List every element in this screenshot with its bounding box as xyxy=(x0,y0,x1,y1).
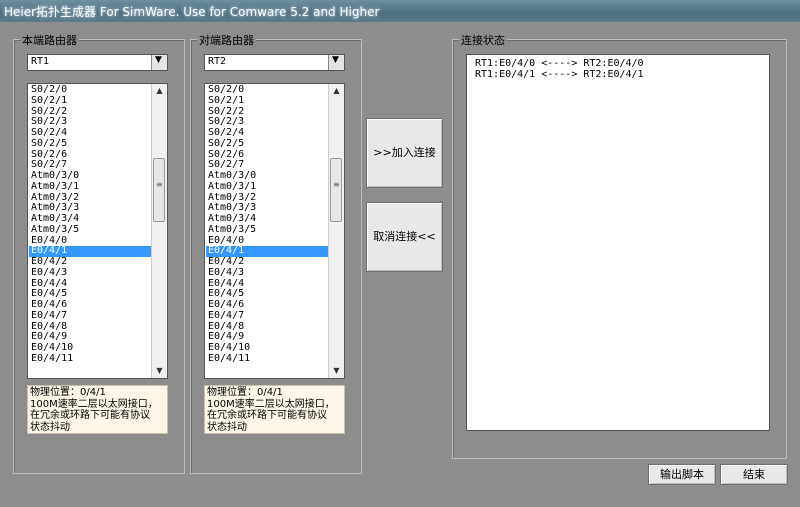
arrow-down-icon[interactable]: ▼ xyxy=(152,364,167,378)
peer-router-select-value: RT2 xyxy=(208,56,227,67)
add-connection-button[interactable]: >>加入连接 xyxy=(366,118,443,188)
interface-list-item[interactable]: E0/4/11 xyxy=(29,353,151,365)
info-line: 100M速率二层以太网接口， xyxy=(207,398,335,410)
local-router-select[interactable]: RT1 ▼ xyxy=(27,54,168,71)
info-line: 物理位置：0/4/1 xyxy=(30,387,106,398)
peer-router-select[interactable]: RT2 ▼ xyxy=(204,54,345,71)
export-script-button[interactable]: 输出脚本 xyxy=(648,464,716,485)
close-button[interactable]: 结束 xyxy=(720,464,788,485)
local-interface-scroll-thumb[interactable]: ≡ xyxy=(153,158,165,222)
connection-line: RT1:E0/4/1 <----> RT2:E0/4/1 xyxy=(475,69,644,80)
local-router-select-dropdown-button[interactable]: ▼ xyxy=(151,55,167,70)
close-label: 结束 xyxy=(743,468,765,481)
arrow-up-icon[interactable]: ▲ xyxy=(329,84,344,98)
interface-list-item[interactable]: S0/2/5 xyxy=(29,138,151,150)
peer-router-group: 对端路由器 RT2 ▼ S0/2/0 S0/2/1 S0/2/2 S0/2/3 S0/2… xyxy=(190,32,362,474)
remove-connection-label: 取消连接<< xyxy=(373,230,436,243)
connection-line: RT1:E0/4/0 <----> RT2:E0/4/0 xyxy=(475,58,644,69)
peer-interface-items: S0/2/0 S0/2/1 S0/2/2 S0/2/3 S0/2/4 S0/2/5 S0/2… xyxy=(206,85,328,378)
interface-list-item[interactable]: S0/2/1 xyxy=(29,95,151,107)
add-connection-label: >>加入连接 xyxy=(373,146,436,159)
interface-list-item[interactable]: E0/4/3 xyxy=(29,267,151,279)
connection-status-title: 连接状态 xyxy=(459,32,507,48)
local-interface-info: 物理位置：0/4/1 100M速率二层以太网接口， 在冗余或环路下可能有协议 状… xyxy=(27,385,168,434)
interface-list-item[interactable]: S0/2/1 xyxy=(206,95,328,107)
export-script-label: 输出脚本 xyxy=(660,468,704,481)
local-router-group: 本端路由器 RT1 ▼ S0/2/0 S0/2/1 S0/2/2 S0/2/3 S0/2… xyxy=(13,32,185,474)
info-line: 在冗余或环路下可能有协议 xyxy=(207,410,327,421)
local-interface-list[interactable]: S0/2/0 S0/2/1 S0/2/2 S0/2/3 S0/2/4 S0/2/5 S0/2… xyxy=(27,83,168,379)
interface-list-item[interactable]: E0/4/7 xyxy=(29,310,151,322)
client-area: 本端路由器 RT1 ▼ S0/2/0 S0/2/1 S0/2/2 S0/2/3 S0/2… xyxy=(0,22,800,507)
grip-icon: ≡ xyxy=(333,180,340,189)
info-line: 100M速率二层以太网接口， xyxy=(30,398,158,410)
interface-list-item[interactable]: Atm0/3/1 xyxy=(206,181,328,193)
arrow-down-icon[interactable]: ▼ xyxy=(329,364,344,378)
connection-status-group: 连接状态 RT1:E0/4/0 <----> RT2:E0/4/0 RT1:E0… xyxy=(452,32,787,459)
arrow-up-icon[interactable]: ▲ xyxy=(152,84,167,98)
interface-list-item[interactable]: S0/2/5 xyxy=(206,138,328,150)
peer-router-group-title: 对端路由器 xyxy=(197,32,256,48)
interface-list-item[interactable]: E0/4/11 xyxy=(206,353,328,365)
window-title: Heier拓扑生成器 For SimWare. Use for Comware … xyxy=(4,5,380,19)
interface-list-item[interactable]: E0/4/3 xyxy=(206,267,328,279)
info-line: 状态抖动 xyxy=(207,421,247,433)
peer-router-select-dropdown-button[interactable]: ▼ xyxy=(328,55,344,70)
app-window: Heier拓扑生成器 For SimWare. Use for Comware … xyxy=(0,0,800,507)
info-line: 在冗余或环路下可能有协议 xyxy=(30,410,150,421)
info-line: 状态抖动 xyxy=(30,421,70,433)
interface-list-item[interactable]: Atm0/3/5 xyxy=(206,224,328,236)
info-line: 物理位置：0/4/1 xyxy=(207,387,283,398)
peer-interface-list[interactable]: S0/2/0 S0/2/1 S0/2/2 S0/2/3 S0/2/4 S0/2/5 S0/2… xyxy=(204,83,345,379)
local-interface-items: S0/2/0 S0/2/1 S0/2/2 S0/2/3 S0/2/4 S0/2/5 S0/2… xyxy=(29,85,151,378)
peer-interface-scroll-thumb[interactable]: ≡ xyxy=(330,158,342,222)
local-router-group-title: 本端路由器 xyxy=(20,32,79,48)
title-bar[interactable]: Heier拓扑生成器 For SimWare. Use for Comware … xyxy=(0,0,800,22)
interface-list-item[interactable]: E0/4/7 xyxy=(206,310,328,322)
peer-interface-scrollbar[interactable]: ▲ ≡ ▼ xyxy=(328,84,344,378)
chevron-down-icon: ▼ xyxy=(332,55,339,65)
remove-connection-button[interactable]: 取消连接<< xyxy=(366,202,443,272)
grip-icon: ≡ xyxy=(156,180,163,189)
local-interface-scrollbar[interactable]: ▲ ≡ ▼ xyxy=(151,84,167,378)
chevron-down-icon: ▼ xyxy=(155,55,162,65)
connection-status-list[interactable]: RT1:E0/4/0 <----> RT2:E0/4/0 RT1:E0/4/1 … xyxy=(466,54,770,431)
local-router-select-value: RT1 xyxy=(31,56,50,67)
interface-list-item[interactable]: Atm0/3/5 xyxy=(29,224,151,236)
interface-list-item[interactable]: Atm0/3/1 xyxy=(29,181,151,193)
peer-interface-info: 物理位置：0/4/1 100M速率二层以太网接口， 在冗余或环路下可能有协议 状… xyxy=(204,385,345,434)
